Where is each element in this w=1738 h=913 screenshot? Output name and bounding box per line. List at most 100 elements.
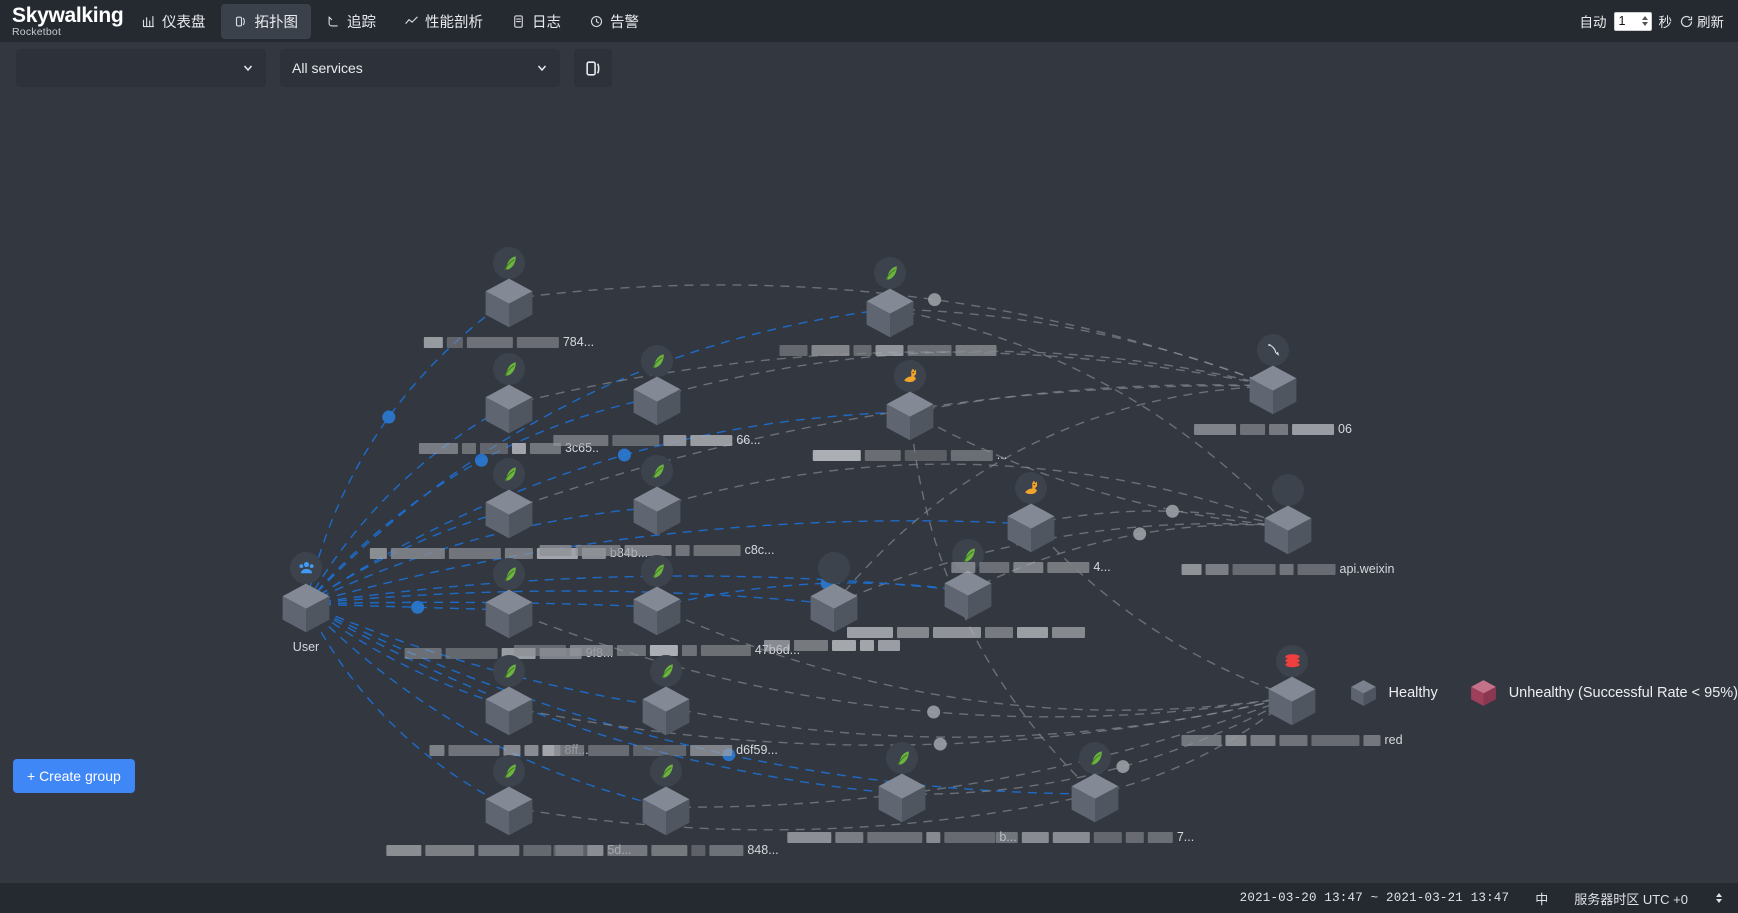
logo-subtitle: Rocketbot	[12, 25, 62, 38]
topology-edge	[305, 603, 510, 808]
topology-edge	[1030, 523, 1293, 698]
redacted-text-block	[1279, 563, 1294, 575]
edge-traffic-dot	[928, 293, 942, 307]
redacted-text-block	[764, 640, 790, 651]
spring-leaf-icon	[896, 750, 909, 765]
status-bar: 2021-03-20 13:47 ~ 2021-03-21 13:47 中 服务…	[0, 883, 1738, 913]
redacted-text-block	[691, 844, 706, 856]
node-label: 784...	[423, 335, 594, 349]
node-label: api.weixin	[1181, 562, 1394, 576]
spring-leaf-icon	[660, 763, 673, 778]
node-cube-icon	[642, 786, 690, 836]
node-cube-icon	[485, 786, 533, 836]
topology-edge	[656, 606, 1293, 711]
profile-icon	[405, 16, 418, 24]
node-label	[847, 627, 1089, 638]
group-panel-button[interactable]	[574, 49, 612, 87]
node-cube-icon	[944, 570, 992, 620]
redacted-text-block	[835, 831, 864, 843]
redacted-text-block	[523, 844, 552, 856]
nav-item-3[interactable]: 追踪	[313, 4, 389, 39]
node-label-text: c8c...	[744, 543, 775, 557]
redacted-text-block	[860, 640, 874, 651]
node-cube-icon	[878, 773, 926, 823]
redacted-text-block	[612, 434, 660, 446]
edge-traffic-dot	[382, 410, 396, 424]
node-label-text: 7...	[1176, 830, 1195, 844]
spring-leaf-icon	[651, 563, 664, 578]
timezone-label: 服务器时区 UTC +0	[1574, 891, 1688, 907]
redacted-text-block	[1292, 423, 1335, 435]
redacted-text-block	[554, 744, 585, 756]
dashboard-icon	[142, 15, 155, 27]
node-label	[779, 345, 1001, 356]
redacted-text-block	[1232, 563, 1276, 575]
nav-item-6[interactable]: 告警	[576, 4, 652, 39]
redacted-text-block	[1147, 831, 1173, 843]
node-label: ...	[812, 448, 1007, 462]
spring-leaf-icon	[503, 361, 516, 376]
redacted-text-block	[787, 831, 832, 843]
nav-item-label: 拓扑图	[254, 14, 299, 31]
refresh-button[interactable]: 刷新	[1679, 11, 1724, 31]
redacted-text-block	[369, 547, 387, 559]
node-cube-icon	[633, 586, 681, 636]
topology-edge	[305, 404, 510, 605]
redacted-text-block	[907, 345, 952, 356]
redis-icon	[1284, 653, 1300, 667]
redacted-text-block	[513, 644, 566, 656]
node-label-text: 4...	[1093, 560, 1111, 574]
redacted-text-block	[575, 544, 621, 556]
node-label-text: red	[1384, 733, 1403, 747]
edge-traffic-dot	[1165, 504, 1179, 518]
redacted-text-block	[616, 644, 646, 656]
create-group-button[interactable]: + Create group	[13, 759, 135, 793]
node-label: User	[293, 640, 319, 654]
redacted-text-block	[466, 336, 513, 348]
edge-traffic-dot	[933, 737, 947, 751]
logo-title: Skywalking	[12, 3, 124, 27]
redacted-text-block	[933, 627, 981, 638]
refresh-interval-input[interactable]	[1613, 11, 1652, 31]
nav-item-2[interactable]: 拓扑图	[220, 3, 311, 39]
app-logo[interactable]: Skywalking Rocketbot	[0, 0, 1738, 38]
redacted-text-block	[516, 336, 559, 348]
nav-item-4[interactable]: 性能剖析	[391, 4, 496, 39]
chevron-down-icon	[537, 65, 547, 72]
redacted-text-block	[875, 345, 904, 356]
redacted-text-block	[404, 647, 442, 659]
redacted-text-block	[1250, 734, 1276, 746]
timezone-stepper-icon[interactable]	[1714, 889, 1724, 907]
node-cube-icon	[1268, 676, 1316, 726]
redacted-text-block	[1269, 423, 1289, 435]
nav-item-1[interactable]: 仪表盘	[128, 4, 219, 39]
plain-node-icon	[1279, 481, 1298, 500]
node-label-text: 06	[1338, 422, 1352, 436]
topology-canvas[interactable]: User784...3c65..b84b...9f8...8ff...5d...…	[0, 94, 1738, 883]
language-toggle[interactable]: 中	[1535, 889, 1548, 908]
redacted-text-block	[448, 744, 500, 756]
time-range-label[interactable]: 2021-03-20 13:47 ~ 2021-03-21 13:47	[1240, 891, 1510, 905]
node-cube-icon	[886, 391, 934, 441]
redacted-text-block	[461, 442, 476, 454]
nav-item-5[interactable]: 日志	[498, 4, 574, 39]
users-icon	[298, 561, 314, 573]
nav-item-label: 性能剖析	[425, 14, 483, 31]
trace-icon	[328, 16, 338, 26]
redacted-text-block	[811, 345, 850, 356]
redacted-text-block	[904, 449, 947, 461]
redacted-text-block	[1017, 627, 1048, 638]
spring-leaf-icon	[651, 353, 664, 368]
healthy-cube-icon	[1350, 680, 1376, 706]
redacted-text-block	[1047, 561, 1090, 573]
service-select[interactable]: All services	[280, 49, 560, 87]
redacted-text-block	[425, 844, 475, 856]
topology-edge	[909, 384, 1274, 413]
refresh-interval-stepper[interactable]	[1613, 11, 1652, 31]
node-label: 47b6d...	[513, 643, 800, 657]
alarm-icon	[590, 15, 603, 27]
tomcat-icon	[1024, 480, 1037, 494]
redacted-text-block	[503, 744, 521, 756]
node-cube-icon	[485, 589, 533, 639]
group-select[interactable]	[16, 49, 266, 87]
